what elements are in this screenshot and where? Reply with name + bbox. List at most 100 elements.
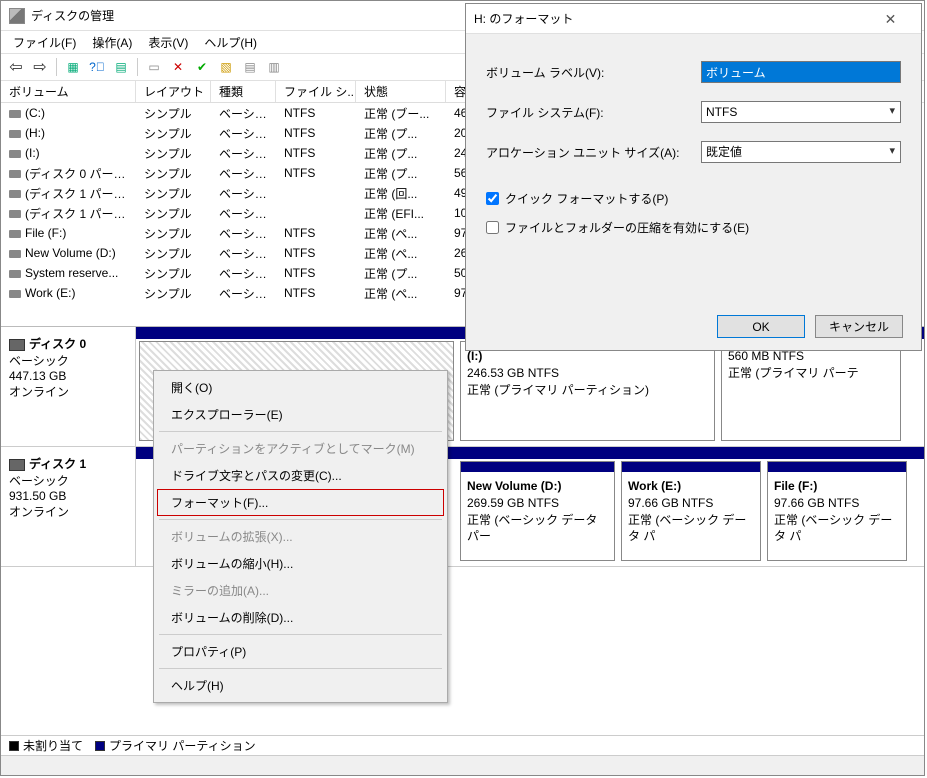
menu-view[interactable]: 表示(V) xyxy=(140,32,196,53)
volume-cell: Work (E:) xyxy=(1,285,136,301)
menu-item[interactable]: ヘルプ(H) xyxy=(157,672,444,699)
volume-cell: シンプル xyxy=(136,164,211,183)
quick-format-checkbox[interactable] xyxy=(486,192,499,205)
volume-label-label: ボリューム ラベル(V): xyxy=(486,64,701,81)
cancel-button[interactable]: キャンセル xyxy=(815,315,903,338)
volume-cell: NTFS xyxy=(276,165,356,181)
dialog-title: H: のフォーマット xyxy=(474,10,868,27)
dialog-close-button[interactable]: ✕ xyxy=(868,5,913,33)
menu-item[interactable]: ボリュームの縮小(H)... xyxy=(157,550,444,577)
menu-help[interactable]: ヘルプ(H) xyxy=(196,32,265,53)
disk-label-1[interactable]: ディスク 1 ベーシック 931.50 GB オンライン xyxy=(1,447,136,566)
partition-f[interactable]: File (F:) 97.66 GB NTFS 正常 (ベーシック データ パ xyxy=(767,461,907,561)
col-layout[interactable]: レイアウト xyxy=(136,81,211,102)
legend-primary-label: プライマリ パーティション xyxy=(109,737,256,754)
toolbar-icon-5[interactable]: ▤ xyxy=(239,56,261,78)
volume-cell: シンプル xyxy=(136,264,211,283)
volume-cell: System reserve... xyxy=(1,265,136,281)
volume-cell: (ディスク 0 パーテ... xyxy=(1,164,136,183)
volume-cell: NTFS xyxy=(276,265,356,281)
col-type[interactable]: 種類 xyxy=(211,81,276,102)
volume-cell: 正常 (プ... xyxy=(356,144,446,163)
compression-checkbox[interactable] xyxy=(486,221,499,234)
volume-cell: (ディスク 1 パーテ... xyxy=(1,184,136,203)
disk-row-1: ディスク 1 ベーシック 931.50 GB オンライン New Volume … xyxy=(1,447,924,567)
volume-cell: シンプル xyxy=(136,224,211,243)
partition-560mb[interactable]: 560 MB NTFS 正常 (プライマリ パーテ xyxy=(721,341,901,441)
toolbar-separator xyxy=(56,58,57,76)
partition-title: (I:) xyxy=(467,349,482,363)
volume-cell: NTFS xyxy=(276,125,356,141)
filesystem-label: ファイル システム(F): xyxy=(486,104,701,121)
back-button[interactable]: ⇦ xyxy=(5,56,27,78)
menu-separator xyxy=(159,668,442,669)
dialog-titlebar: H: のフォーマット ✕ xyxy=(466,4,921,34)
volume-cell: 正常 (プ... xyxy=(356,164,446,183)
volume-cell: シンプル xyxy=(136,284,211,303)
menu-item[interactable]: フォーマット(F)... xyxy=(157,489,444,516)
volume-cell: ベーシック xyxy=(211,184,276,203)
volume-cell: ベーシック xyxy=(211,284,276,303)
volume-cell: (C:) xyxy=(1,105,136,121)
volume-label-input[interactable] xyxy=(701,61,901,83)
volume-cell: 正常 (回... xyxy=(356,184,446,203)
volume-cell: ベーシック xyxy=(211,244,276,263)
check-icon[interactable]: ✔ xyxy=(191,56,213,78)
toolbar-separator xyxy=(137,58,138,76)
volume-cell: NTFS xyxy=(276,145,356,161)
disk-label-0[interactable]: ディスク 0 ベーシック 447.13 GB オンライン xyxy=(1,327,136,446)
volume-cell: NTFS xyxy=(276,285,356,301)
toolbar-icon-3[interactable]: ▭ xyxy=(143,56,165,78)
partition-d[interactable]: New Volume (D:) 269.59 GB NTFS 正常 (ベーシック… xyxy=(460,461,615,561)
volume-cell: 正常 (EFI... xyxy=(356,204,446,223)
quick-format-label: クイック フォーマットする(P) xyxy=(505,190,668,207)
menu-item[interactable]: エクスプローラー(E) xyxy=(157,401,444,428)
allocation-unit-select[interactable]: 既定値 xyxy=(701,141,901,163)
toolbar-icon-1[interactable]: ▦ xyxy=(62,56,84,78)
volume-cell: (I:) xyxy=(1,145,136,161)
legend-unallocated-swatch xyxy=(9,741,19,751)
volume-cell: (ディスク 1 パーテ... xyxy=(1,204,136,223)
partition-i[interactable]: (I:) 246.53 GB NTFS 正常 (プライマリ パーティション) xyxy=(460,341,715,441)
partition-e[interactable]: Work (E:) 97.66 GB NTFS 正常 (ベーシック データ パ xyxy=(621,461,761,561)
toolbar-icon-2[interactable]: ▤ xyxy=(110,56,132,78)
menu-item: パーティションをアクティブとしてマーク(M) xyxy=(157,435,444,462)
volume-cell: シンプル xyxy=(136,104,211,123)
volume-cell: シンプル xyxy=(136,204,211,223)
volume-cell: シンプル xyxy=(136,244,211,263)
volume-cell: ベーシック xyxy=(211,164,276,183)
delete-icon[interactable]: ✕ xyxy=(167,56,189,78)
volume-cell: ベーシック xyxy=(211,124,276,143)
menu-item[interactable]: 開く(O) xyxy=(157,374,444,401)
volume-cell: NTFS xyxy=(276,245,356,261)
col-volume[interactable]: ボリューム xyxy=(1,81,136,102)
volume-cell: シンプル xyxy=(136,124,211,143)
volume-cell: 正常 (ペ... xyxy=(356,224,446,243)
volume-cell xyxy=(276,192,356,194)
col-fs[interactable]: ファイル シ... xyxy=(276,81,356,102)
menu-item[interactable]: プロパティ(P) xyxy=(157,638,444,665)
menu-separator xyxy=(159,519,442,520)
forward-button[interactable]: ⇨ xyxy=(29,56,51,78)
col-status[interactable]: 状態 xyxy=(356,81,446,102)
volume-cell: ベーシック xyxy=(211,264,276,283)
compression-label: ファイルとフォルダーの圧縮を有効にする(E) xyxy=(505,219,749,236)
menu-item[interactable]: ドライブ文字とパスの変更(C)... xyxy=(157,462,444,489)
volume-cell: ベーシック xyxy=(211,224,276,243)
volume-cell: NTFS xyxy=(276,105,356,121)
menu-action[interactable]: 操作(A) xyxy=(84,32,140,53)
ok-button[interactable]: OK xyxy=(717,315,805,338)
help-icon[interactable]: ?⃞ xyxy=(86,56,108,78)
volume-cell: (H:) xyxy=(1,125,136,141)
menu-separator xyxy=(159,634,442,635)
filesystem-select[interactable]: NTFS xyxy=(701,101,901,123)
toolbar-icon-4[interactable]: ▧ xyxy=(215,56,237,78)
menu-file[interactable]: ファイル(F) xyxy=(5,32,84,53)
volume-cell xyxy=(276,212,356,214)
legend-primary-swatch xyxy=(95,741,105,751)
toolbar-icon-6[interactable]: ▥ xyxy=(263,56,285,78)
volume-cell: 正常 (ペ... xyxy=(356,284,446,303)
menu-separator xyxy=(159,431,442,432)
menu-item[interactable]: ボリュームの削除(D)... xyxy=(157,604,444,631)
dialog-body: ボリューム ラベル(V): ファイル システム(F): NTFS アロケーション… xyxy=(466,34,921,260)
